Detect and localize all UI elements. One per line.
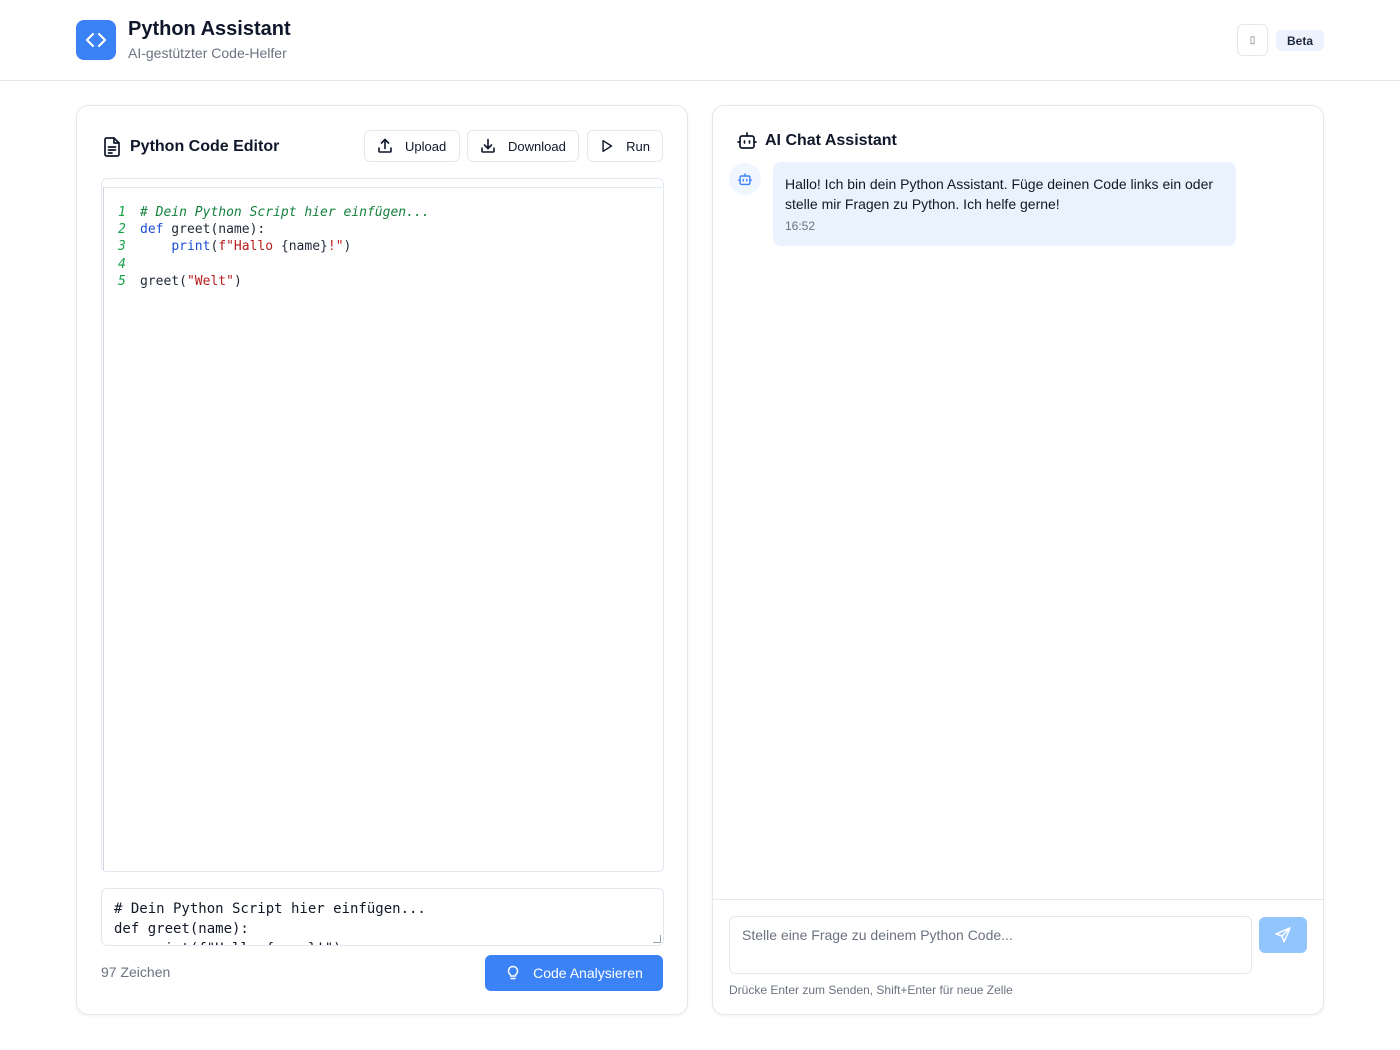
message-text: Hallo! Ich bin dein Python Assistant. Fü… [785, 176, 1214, 212]
code-token: "Welt" [186, 273, 234, 289]
theme-toggle-button[interactable]: ▯ [1237, 24, 1268, 56]
bot-message: Hallo! Ich bin dein Python Assistant. Fü… [773, 162, 1236, 246]
bot-avatar-icon [738, 172, 752, 185]
raw-code-line: # Dein Python Script hier einfügen... [114, 901, 426, 917]
resize-handle[interactable] [653, 935, 661, 943]
app-header: Python Assistant AI-gestützter Code-Helf… [0, 0, 1400, 81]
message-time: 16:52 [785, 219, 816, 233]
send-button[interactable] [1259, 917, 1307, 953]
run-label: Run [626, 138, 650, 154]
chat-panel: AI Chat Assistant Hallo! Ich bin dein Py… [712, 105, 1324, 1015]
code-editor-content[interactable]: 1 # Dein Python Script hier einfügen... 2 d… [103, 187, 662, 870]
file-text-icon [103, 137, 121, 162]
chat-input[interactable]: Stelle eine Frage zu deinem Python Code.… [729, 916, 1252, 974]
chat-hint: Drücke Enter zum Senden, Shift+Enter für… [729, 983, 1013, 997]
character-count: 97 Zeichen [101, 964, 171, 980]
code-input-textarea[interactable]: # Dein Python Script hier einfügen... def… [101, 888, 664, 946]
raw-code-line: print(f"Hallo {name}!") [114, 939, 651, 945]
code-line: 1 # Dein Python Script hier einfügen... [118, 204, 430, 221]
analyze-label: Code Analysieren [533, 965, 643, 981]
run-button[interactable]: Run [587, 130, 663, 162]
line-number: 4 [118, 256, 126, 272]
code-line: 4 [118, 256, 430, 273]
download-button[interactable]: Download [467, 130, 579, 162]
download-label: Download [508, 138, 566, 154]
app-title: Python Assistant [128, 18, 291, 40]
line-code: print(f"Hallo {name}!") [140, 238, 351, 255]
app-logo [76, 20, 116, 60]
code-token: ) [233, 273, 242, 289]
raw-code-line: def greet(name): [114, 921, 249, 937]
code-token: f"Hallo [218, 239, 281, 255]
code-token: {name} [280, 239, 328, 255]
code-token: greet(name): [163, 222, 266, 238]
upload-label: Upload [405, 138, 447, 154]
chat-divider [713, 899, 1323, 900]
line-code: greet("Welt") [140, 273, 242, 290]
line-number: 3 [118, 239, 126, 255]
download-icon [481, 138, 495, 153]
code-brackets-icon [85, 32, 107, 48]
bot-icon [737, 132, 757, 155]
theme-toggle-icon: ▯ [1249, 34, 1256, 46]
line-number: 5 [118, 273, 126, 289]
code-line: 5 greet("Welt") [118, 273, 430, 290]
code-token: ) [343, 239, 352, 255]
bot-avatar [729, 163, 761, 195]
editor-title: Python Code Editor [130, 138, 280, 155]
code-token: # Dein Python Script hier einfügen... [140, 205, 430, 220]
line-code: def greet(name): [140, 221, 265, 238]
code-input-text: # Dein Python Script hier einfügen... def… [114, 899, 651, 945]
line-number: 1 [118, 205, 126, 220]
code-token: !" [327, 239, 344, 255]
code-token: print [171, 239, 211, 255]
code-editor-panel: Python Code Editor Upload Download Run 1… [76, 105, 688, 1015]
chat-title: AI Chat Assistant [765, 132, 897, 149]
code-lines: 1 # Dein Python Script hier einfügen... 2 d… [118, 204, 430, 290]
send-icon [1275, 927, 1291, 943]
analyze-code-button[interactable]: Code Analysieren [485, 955, 663, 991]
code-editor[interactable]: 1 # Dein Python Script hier einfügen... 2 d… [101, 178, 664, 872]
upload-button[interactable]: Upload [364, 130, 460, 162]
lightbulb-icon [507, 965, 519, 980]
line-code: # Dein Python Script hier einfügen... [140, 204, 430, 221]
code-token: def [140, 222, 164, 238]
code-line: 2 def greet(name): [118, 221, 430, 238]
code-line: 3 print(f"Hallo {name}!") [118, 238, 430, 255]
app-subtitle: AI-gestützter Code-Helfer [128, 45, 287, 61]
code-token: greet( [140, 273, 187, 289]
play-icon [602, 139, 613, 153]
beta-badge: Beta [1276, 30, 1324, 51]
upload-icon [378, 138, 392, 153]
line-number: 2 [118, 222, 126, 238]
